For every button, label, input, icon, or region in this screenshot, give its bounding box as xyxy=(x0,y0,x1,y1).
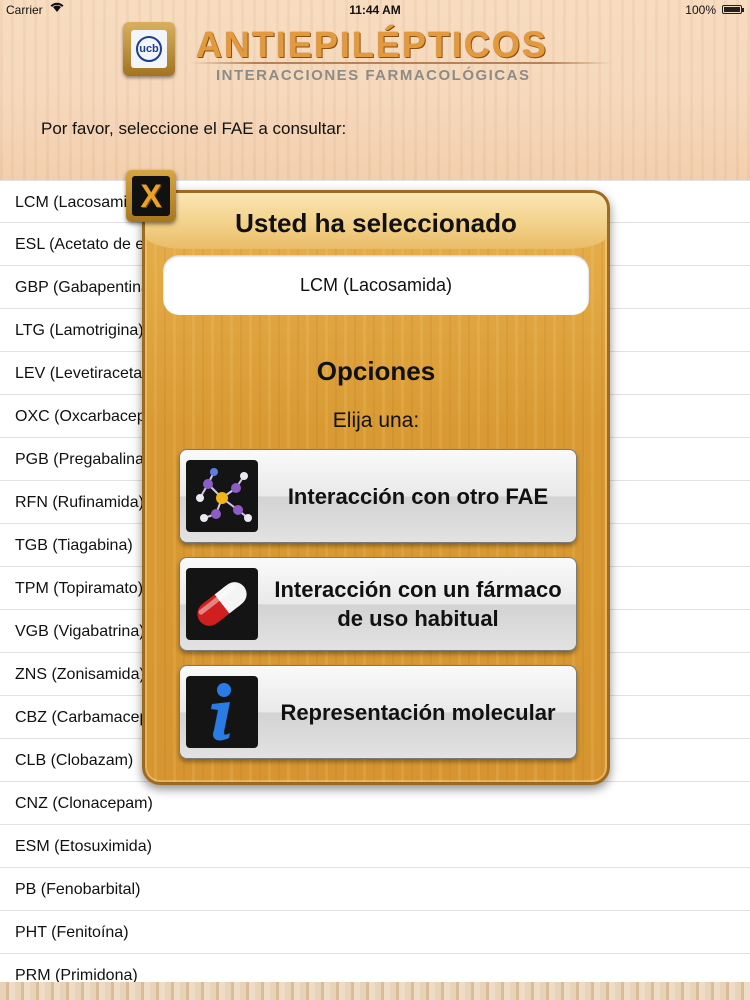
pill-icon xyxy=(186,568,258,640)
battery-icon xyxy=(722,5,744,14)
molecular-representation-button[interactable]: Representación molecular xyxy=(179,665,577,759)
interaction-fae-label: Interacción con otro FAE xyxy=(287,483,549,509)
info-icon xyxy=(186,676,258,748)
ucb-logo: ucb xyxy=(123,22,175,76)
options-heading: Opciones xyxy=(316,356,436,386)
app-title: ANTIEPILÉPTICOS xyxy=(196,24,549,65)
logo-text: ucb xyxy=(136,36,162,62)
modal-title: Usted ha seleccionado xyxy=(235,208,517,238)
app-header: ucb ANTIEPILÉPTICOS INTERACCIONES FARMAC… xyxy=(0,0,750,180)
close-icon: X xyxy=(140,177,162,214)
title-divider xyxy=(190,62,612,64)
molecule-icon xyxy=(186,460,258,532)
drug-list-item[interactable]: PHT (Fenitoína) xyxy=(0,911,750,954)
status-bar: Carrier 11:44 AM 100% xyxy=(0,0,750,20)
interaction-drug-label: Interacción con un fármaco de uso habitu… xyxy=(274,577,562,631)
selected-drug-field: LCM (Lacosamida) xyxy=(163,255,589,315)
close-button[interactable]: X xyxy=(126,170,176,222)
footer-wood-strip xyxy=(0,982,750,1000)
interaction-drug-button[interactable]: Interacción con un fármaco de uso habitu… xyxy=(179,557,577,651)
drug-list-item[interactable]: ESM (Etosuximida) xyxy=(0,825,750,868)
selection-modal: Usted ha seleccionado LCM (Lacosamida) O… xyxy=(142,190,610,785)
drug-list-item[interactable]: PB (Fenobarbital) xyxy=(0,868,750,911)
drug-list-item[interactable]: CNZ (Clonacepam) xyxy=(0,782,750,825)
battery-percent: 100% xyxy=(685,3,716,17)
app-subtitle: INTERACCIONES FARMACOLÓGICAS xyxy=(216,67,531,84)
options-subheading: Elija una: xyxy=(332,409,420,432)
molecular-representation-label: Representación molecular xyxy=(280,699,556,725)
interaction-fae-button[interactable]: Interacción con otro FAE xyxy=(179,449,577,543)
modal-header: Usted ha seleccionado xyxy=(145,193,607,249)
clock: 11:44 AM xyxy=(349,3,401,17)
selection-prompt: Por favor, seleccione el FAE a consultar… xyxy=(41,119,347,138)
